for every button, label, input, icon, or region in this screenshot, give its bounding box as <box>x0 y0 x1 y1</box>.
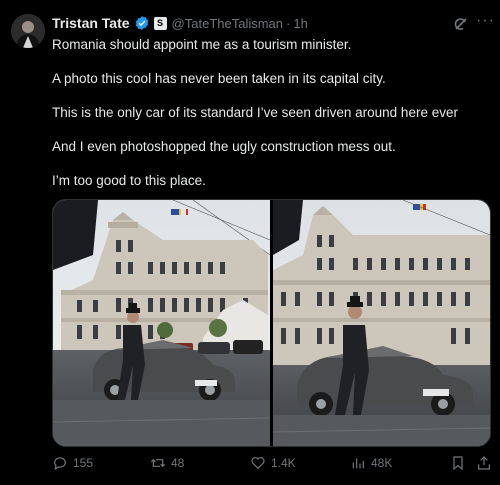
affiliate-badge[interactable]: S <box>153 16 167 30</box>
author-name[interactable]: Tristan Tate <box>52 15 130 31</box>
reply-count: 155 <box>73 456 94 470</box>
share-icon <box>478 456 490 470</box>
bookmark-button[interactable] <box>450 455 466 471</box>
reply-button[interactable]: 155 <box>52 455 93 471</box>
share-button[interactable] <box>476 455 492 471</box>
grok-icon[interactable] <box>453 16 469 32</box>
tweet-header: Tristan Tate S @TateTheTalisman · 1h <box>52 14 308 32</box>
like-icon <box>251 457 265 470</box>
repost-count: 48 <box>171 456 185 470</box>
timestamp[interactable]: 1h <box>293 16 307 31</box>
verified-icon <box>134 15 150 31</box>
tweet-text-line: Romania should appoint me as a tourism m… <box>52 37 352 52</box>
tweet-text-line: And I even photoshopped the ugly constru… <box>52 139 396 154</box>
views-count: 48K <box>371 456 393 470</box>
like-button[interactable]: 1.4K <box>250 455 296 471</box>
repost-icon <box>150 458 166 468</box>
like-count: 1.4K <box>271 456 296 470</box>
reply-icon <box>54 457 66 471</box>
photo-original[interactable] <box>53 200 270 446</box>
avatar[interactable] <box>11 14 45 48</box>
action-bar: 155 48 1.4K 48K <box>0 455 500 475</box>
photo-edited[interactable] <box>273 200 490 446</box>
views-icon <box>352 458 364 469</box>
repost-button[interactable]: 48 <box>150 455 184 471</box>
tweet-text-line: I’m too good to this place. <box>52 173 206 188</box>
tweet-text-line: This is the only car of its standard I’v… <box>52 105 458 120</box>
more-icon[interactable]: ··· <box>476 12 495 30</box>
tweet-text-line: A photo this cool has never been taken i… <box>52 71 386 86</box>
bookmark-icon <box>453 456 463 471</box>
author-handle[interactable]: @TateTheTalisman <box>172 16 283 31</box>
media-grid <box>52 199 491 447</box>
views-button[interactable]: 48K <box>350 455 392 471</box>
dot-separator: · <box>286 15 291 31</box>
